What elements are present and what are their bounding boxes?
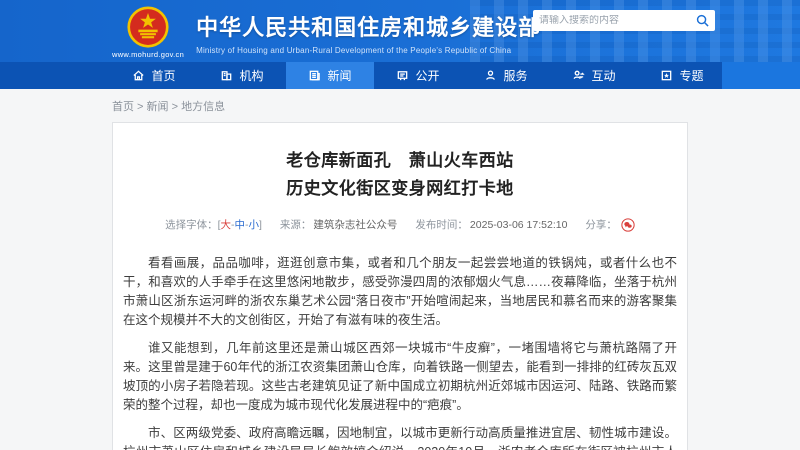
article-body: 看看画展，品品咖啡，逛逛创意市集，或者和几个朋友一起尝尝地道的铁锅炖，或者什么也… [123, 254, 677, 450]
site-header: www.mohurd.gov.cn 中华人民共和国住房和城乡建设部 Minist… [0, 0, 800, 62]
source-value: 建筑杂志社公众号 [313, 217, 397, 232]
search-box[interactable] [533, 10, 715, 31]
article-publish-time: 发布时间： 2025-03-06 17:52:10 [415, 217, 567, 232]
article-source: 来源： 建筑杂志社公众号 [280, 217, 398, 232]
wechat-share-icon[interactable] [621, 218, 635, 232]
main-nav: 首页 机构 新闻 公开 服务 [0, 62, 800, 89]
site-subtitle: Ministry of Housing and Urban-Rural Deve… [196, 46, 541, 55]
font-size-label: 选择字体： [165, 217, 218, 232]
nav-item-interaction[interactable]: 互动 [550, 62, 638, 89]
article-title-line1: 老仓库新面孔 萧山火车西站 [286, 151, 514, 170]
source-label: 来源： [280, 217, 312, 232]
font-size-medium-link[interactable]: 中 [235, 217, 246, 232]
nav-item-label: 服务 [503, 67, 527, 84]
article-paragraph: 市、区两级党委、政府高瞻远瞩，因地制宜，以城市更新行动高质量推进宜居、韧性城市建… [123, 424, 677, 450]
article-card: 老仓库新面孔 萧山火车西站 历史文化街区变身网红打卡地 选择字体： [ 大 - … [112, 122, 688, 450]
article-title: 老仓库新面孔 萧山火车西站 历史文化街区变身网红打卡地 [123, 147, 677, 203]
person-icon [484, 69, 497, 82]
star-box-icon [660, 69, 673, 82]
share-label: 分享： [585, 217, 617, 232]
nav-item-label: 公开 [415, 67, 439, 84]
nav-item-label: 新闻 [327, 67, 351, 84]
nav-item-label: 首页 [151, 67, 175, 84]
article-paragraph: 谁又能想到，几年前这里还是萧山城区西郊一块城市“牛皮癣”，一堵围墙将它与萧杭路隔… [123, 339, 677, 415]
newspaper-icon [308, 69, 321, 82]
font-size-small-link[interactable]: 小 [249, 217, 260, 232]
interaction-icon [572, 69, 585, 82]
nav-item-open-gov[interactable]: 公开 [374, 62, 462, 89]
national-emblem-icon [127, 6, 169, 48]
font-size-selector: 选择字体： [ 大 - 中 - 小 ] [165, 217, 262, 232]
search-icon [696, 14, 709, 27]
nav-item-topics[interactable]: 专题 [638, 62, 726, 89]
nav-item-news[interactable]: 新闻 [286, 62, 374, 89]
nav-item-services[interactable]: 服务 [462, 62, 550, 89]
nav-item-org[interactable]: 机构 [198, 62, 286, 89]
nav-item-label: 机构 [239, 67, 263, 84]
nav-item-label: 专题 [679, 67, 703, 84]
document-icon [396, 69, 409, 82]
article-share: 分享： [585, 217, 635, 232]
article-meta: 选择字体： [ 大 - 中 - 小 ] 来源： 建筑杂志社公众号 发布时间： 2… [123, 217, 677, 232]
site-url: www.mohurd.gov.cn [112, 50, 184, 59]
home-icon [132, 69, 145, 82]
publish-time-value: 2025-03-06 17:52:10 [470, 219, 568, 231]
breadcrumb[interactable]: 首页 > 新闻 > 地方信息 [112, 98, 800, 114]
article-title-line2: 历史文化街区变身网红打卡地 [286, 179, 514, 198]
nav-item-label: 互动 [591, 67, 615, 84]
article-paragraph: 看看画展，品品咖啡，逛逛创意市集，或者和几个朋友一起尝尝地道的铁锅炖，或者什么也… [123, 254, 677, 330]
font-size-large-link[interactable]: 大 [221, 217, 232, 232]
building-icon [220, 69, 233, 82]
publish-time-label: 发布时间： [415, 217, 468, 232]
nav-item-home[interactable]: 首页 [110, 62, 198, 89]
search-input[interactable] [539, 15, 696, 26]
site-brand[interactable]: www.mohurd.gov.cn 中华人民共和国住房和城乡建设部 Minist… [112, 6, 541, 59]
site-title: 中华人民共和国住房和城乡建设部 [196, 10, 541, 42]
search-button[interactable] [696, 14, 709, 27]
